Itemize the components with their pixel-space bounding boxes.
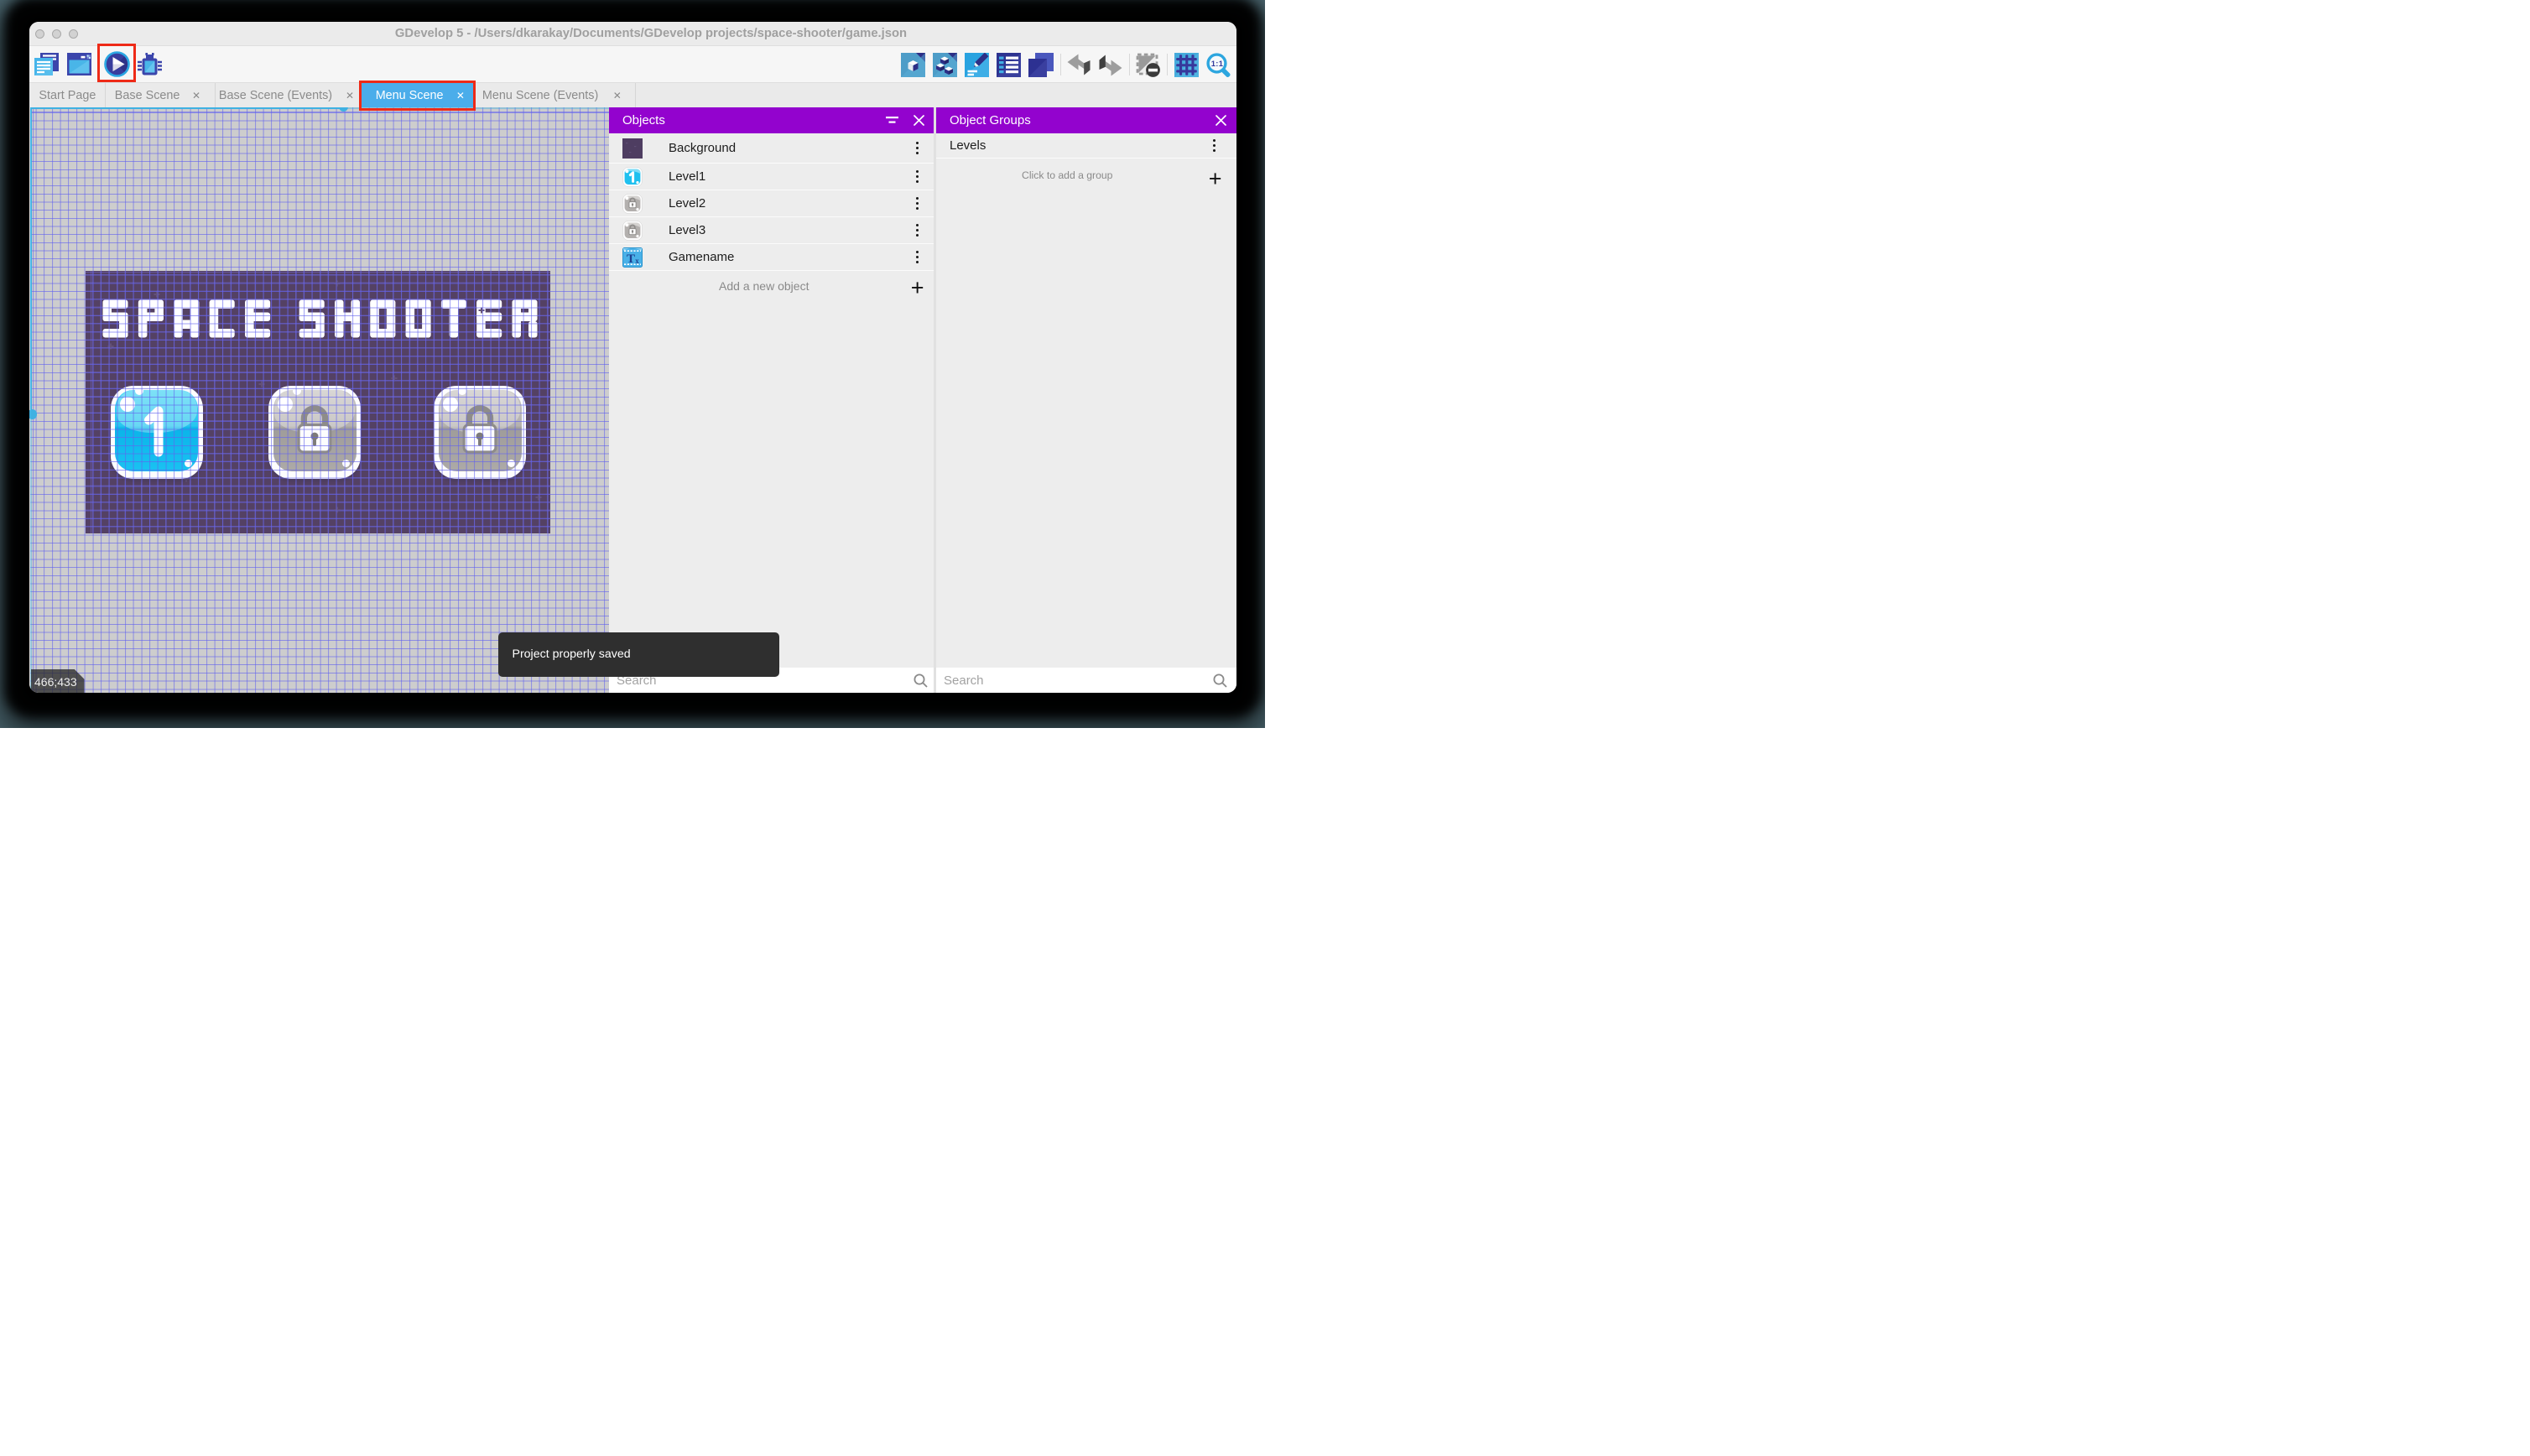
svg-text:T: T	[627, 252, 635, 265]
svg-text:x: x	[635, 257, 639, 265]
svg-text:1:1: 1:1	[1210, 59, 1222, 68]
